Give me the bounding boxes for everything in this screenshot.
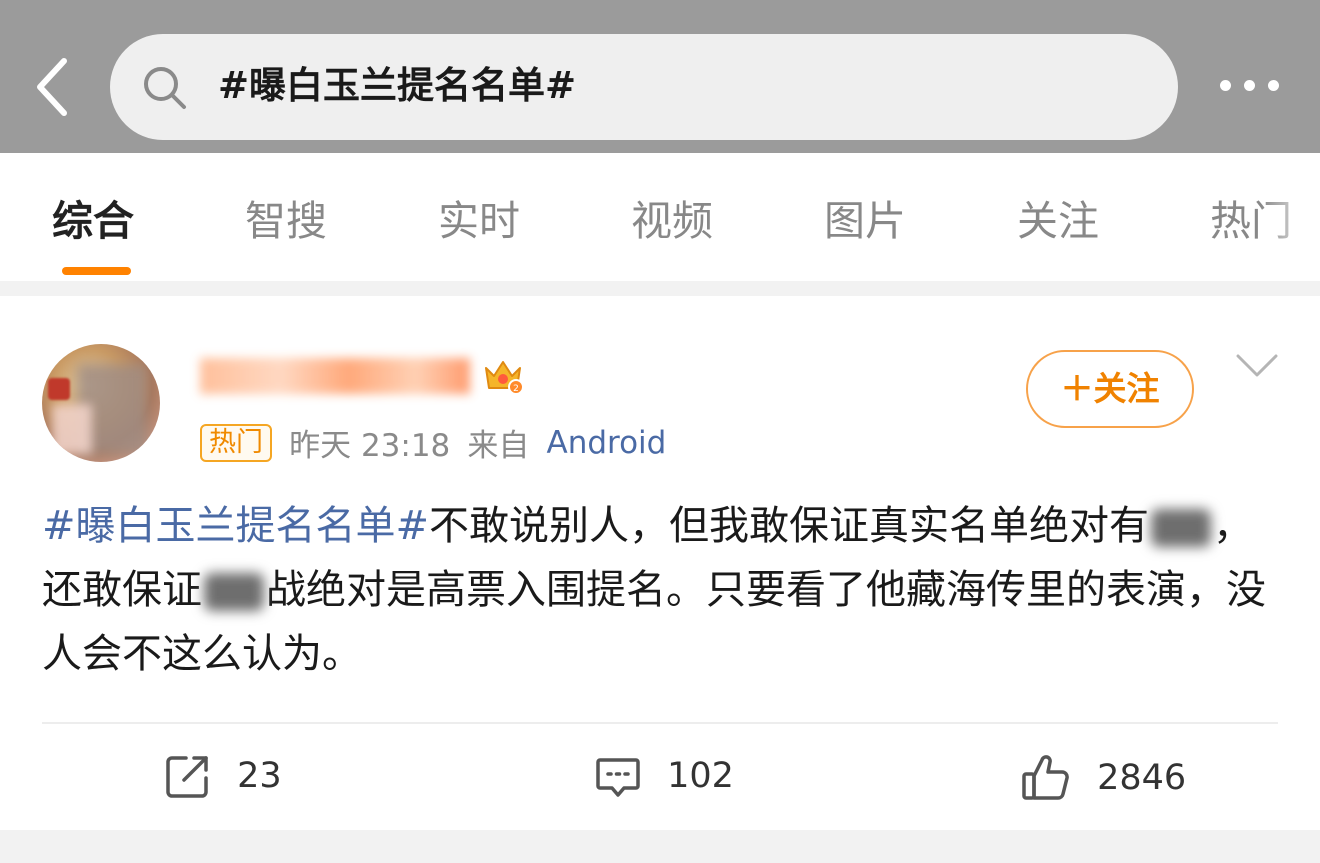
more-dot-icon (1220, 80, 1231, 91)
follow-button[interactable]: ＋关注 (1026, 350, 1194, 428)
post-text-part: 不敢说别人，但我敢保证真实名单绝对有 (429, 503, 1150, 549)
more-dot-icon (1244, 80, 1255, 91)
card-divider (42, 722, 1278, 724)
avatar-sticker (48, 378, 70, 400)
redacted-text (204, 573, 264, 611)
post-source[interactable]: Android (546, 425, 666, 461)
tab-smart-search[interactable]: 智搜 (245, 191, 327, 251)
comment-count: 102 (667, 756, 734, 796)
chevron-down-icon (1236, 354, 1278, 377)
post-hashtag[interactable]: #曝白玉兰提名名单# (42, 503, 429, 549)
tab-images[interactable]: 图片 (824, 191, 906, 251)
avatar-blur-mask (52, 404, 92, 454)
comment-button[interactable]: 102 (594, 752, 734, 806)
search-query-text: #曝白玉兰提名名单# (218, 64, 577, 107)
active-tab-indicator (62, 267, 131, 275)
comment-icon (596, 758, 640, 797)
like-button[interactable]: 2846 (1020, 752, 1186, 806)
top-bar: #曝白玉兰提名名单# (0, 0, 1320, 153)
post-card: 2 热门 昨天 23:18 来自 Android ＋关注 #曝白玉兰提名名单#不… (0, 296, 1320, 830)
tab-video[interactable]: 视频 (631, 191, 713, 251)
tab-realtime[interactable]: 实时 (438, 191, 520, 251)
author-name-blur (200, 358, 470, 394)
post-time: 昨天 23:18 (289, 428, 451, 464)
back-arrow-icon (37, 58, 67, 116)
crown-badge-icon: 2 (485, 361, 524, 395)
tab-scroll-fade (1260, 153, 1320, 281)
search-tabs: 综合 智搜 实时 视频 图片 关注 热门 (0, 153, 1320, 281)
repost-button[interactable]: 23 (164, 752, 282, 806)
feed-separator (0, 842, 1320, 863)
avatar[interactable] (42, 344, 160, 462)
hot-badge: 热门 (200, 423, 272, 462)
thumbs-up-icon (1022, 755, 1069, 800)
like-count: 2846 (1097, 758, 1187, 798)
post-meta: 热门 昨天 23:18 来自 Android (200, 420, 666, 464)
search-icon (144, 67, 186, 109)
post-body: #曝白玉兰提名名单#不敢说别人，但我敢保证真实名单绝对有 ，还敢保证 战绝对是高票入… (42, 494, 1282, 686)
repost-count: 23 (237, 756, 282, 796)
repost-icon (166, 756, 208, 798)
search-input[interactable]: #曝白玉兰提名名单# (110, 34, 1178, 140)
tab-comprehensive[interactable]: 综合 (52, 191, 134, 251)
more-options-button[interactable] (1210, 70, 1290, 104)
svg-text:2: 2 (513, 384, 519, 394)
tab-following[interactable]: 关注 (1017, 191, 1099, 251)
more-dot-icon (1268, 80, 1279, 91)
redacted-text (1151, 509, 1212, 547)
post-via: 来自 (467, 428, 530, 464)
back-button[interactable] (30, 55, 78, 119)
post-menu-button[interactable] (1234, 348, 1280, 384)
